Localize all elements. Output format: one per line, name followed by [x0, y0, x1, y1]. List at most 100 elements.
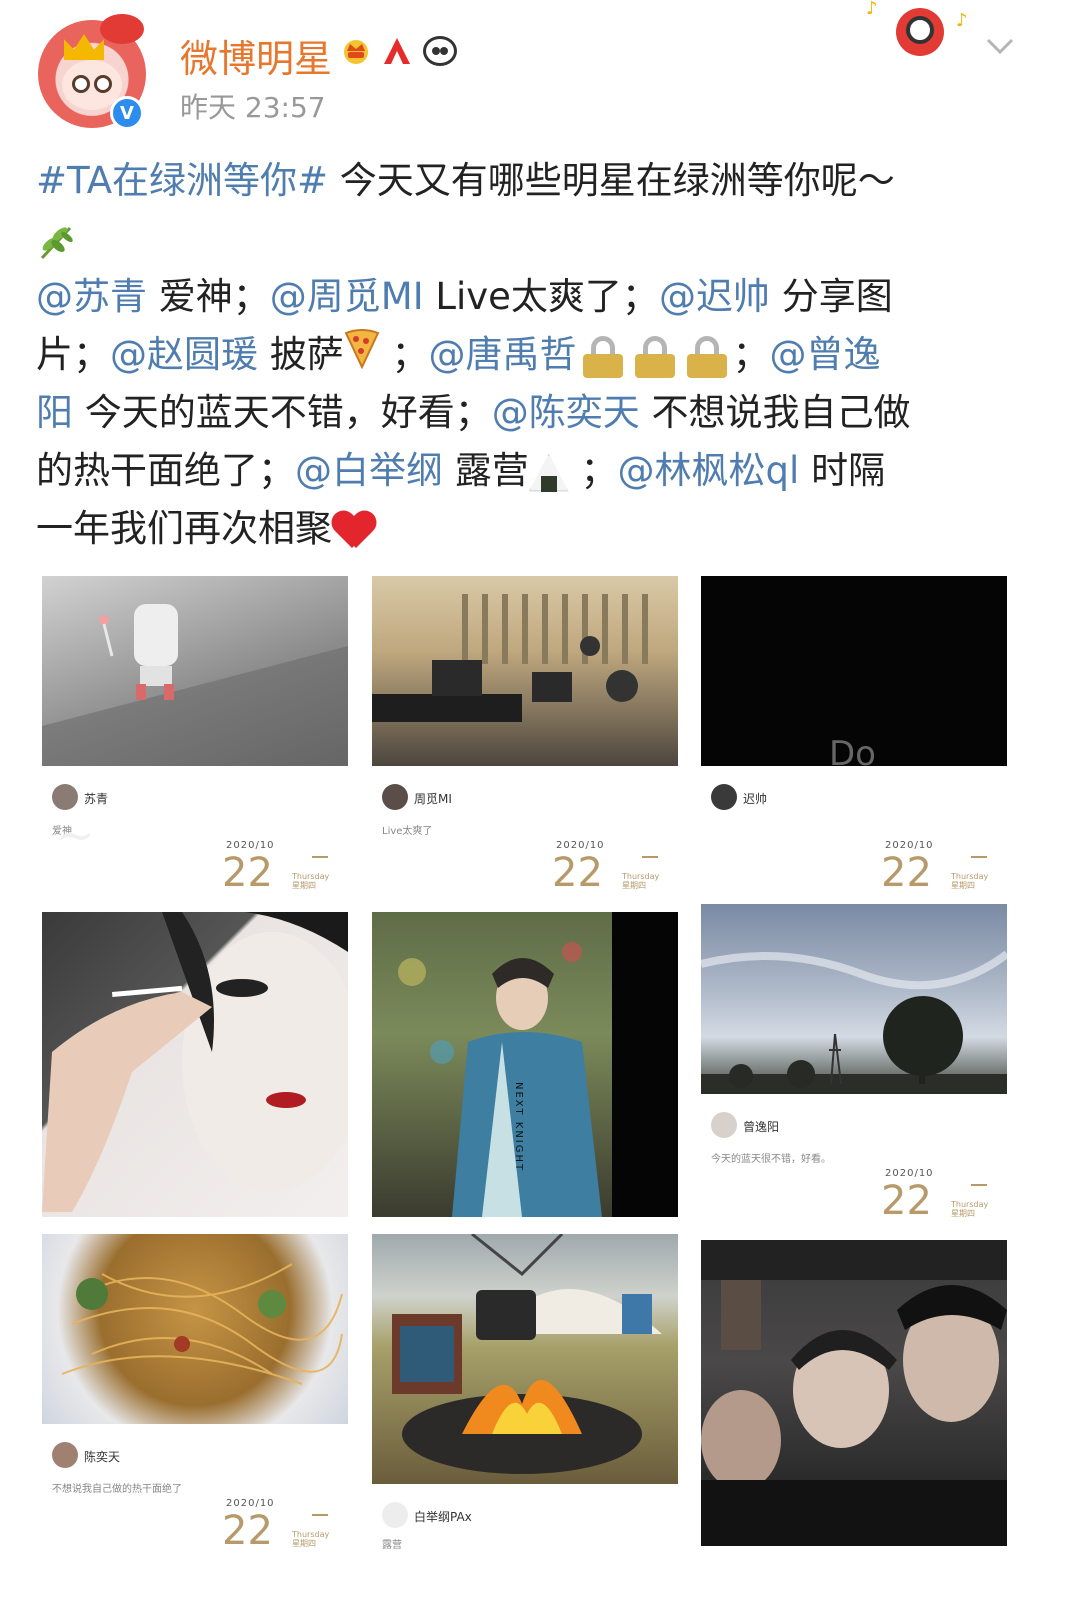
crown-badge-icon[interactable]: [338, 34, 374, 68]
mention-link[interactable]: @林枫松ql: [618, 449, 800, 492]
watermark: ~: [56, 808, 95, 862]
mention-link[interactable]: @迟帅: [659, 275, 770, 318]
weekday-en: Thursday: [292, 872, 330, 881]
sky-photo: [701, 904, 1007, 1094]
content-line: @苏青 爱神；@周觅MI Live太爽了；@迟帅 分享图: [36, 268, 1046, 326]
noodles-photo: [42, 1234, 348, 1424]
card-info: 曾逸阳 今天的蓝天很不错，好看。 2020/10 22 Thursday 星期四: [701, 1104, 1007, 1226]
card-caption: Live太爽了: [382, 826, 433, 837]
content-line: 的热干面绝了；@白举纲 露营 ；@林枫松ql 时隔: [36, 442, 1046, 500]
toy-photo: [42, 576, 348, 766]
card-name: 迟帅: [743, 792, 768, 806]
content-line: [36, 210, 1046, 268]
street-portrait-photo: NEXT KNIGHT: [372, 912, 678, 1217]
band-photo: [372, 576, 678, 766]
lock-icon: [582, 335, 623, 378]
mention-link[interactable]: @陈奕天: [492, 391, 640, 434]
weekday-cn: 星期四: [622, 881, 646, 890]
content-line: 一年我们再次相聚: [36, 500, 1046, 558]
content-line: 片；@赵圆瑗 披萨 ；@唐禹哲 ；@曾逸: [36, 326, 1046, 384]
date-dash: [642, 856, 658, 858]
photo-card-2[interactable]: 周觅MI Live太爽了 2020/10 22 Thursday 星期四: [372, 576, 678, 896]
content-text: 爱神；: [147, 275, 270, 318]
card-avatar: [711, 784, 737, 810]
mention-link[interactable]: 阳: [36, 391, 73, 434]
card-day: 22: [222, 1508, 273, 1554]
group-selfie-photo: [701, 1240, 1007, 1546]
post-content: #TA在绿洲等你# 今天又有哪些明星在绿洲等你呢～ @苏青 爱神；@周觅MI L…: [36, 152, 1046, 558]
content-text: ；: [732, 333, 770, 376]
card-weekday: Thursday 星期四: [292, 1530, 329, 1548]
card-avatar: [382, 1502, 408, 1528]
lock-icon: [634, 335, 675, 378]
panda-badge-icon[interactable]: [420, 34, 460, 68]
card-info: 白举纲PAx 露营: [372, 1496, 678, 1556]
photo-card-9[interactable]: [701, 1240, 1007, 1546]
verified-icon: V: [110, 96, 144, 130]
content-text: 露营: [443, 449, 529, 492]
weekday-cn: 星期四: [292, 881, 316, 890]
card-caption: 不想说我自己做的热干面绝了: [52, 1484, 182, 1495]
card-name: 陈奕天: [84, 1450, 121, 1464]
card-info: 陈奕天 不想说我自己做的热干面绝了 2020/10 22 Thursday 星期四: [42, 1434, 348, 1556]
photo-card-3[interactable]: Do 迟帅 2020/10 22 Thursday 星期四: [701, 576, 1007, 896]
photo-card-7[interactable]: 陈奕天 不想说我自己做的热干面绝了 2020/10 22 Thursday 星期四: [42, 1234, 348, 1556]
mention-link[interactable]: @苏青: [36, 275, 147, 318]
avatar-eye: [94, 75, 112, 93]
weekday-cn: 星期四: [951, 881, 975, 890]
weekday-en: Thursday: [951, 872, 989, 881]
card-avatar: [52, 784, 78, 810]
content-line: 阳 今天的蓝天不错，好看；@陈奕天 不想说我自己做: [36, 384, 1046, 442]
card-day: 22: [222, 850, 273, 896]
photo-overlay-text: Do: [829, 734, 876, 774]
dark-photo: Do: [701, 576, 1007, 774]
mention-link[interactable]: @白举纲: [295, 449, 443, 492]
jacket-text: NEXT KNIGHT: [513, 1082, 524, 1173]
photo-card-6[interactable]: 曾逸阳 今天的蓝天很不错，好看。 2020/10 22 Thursday 星期四: [701, 904, 1007, 1226]
content-text: ；: [379, 333, 429, 376]
card-caption: 露营: [382, 1540, 402, 1551]
chevron-down-icon[interactable]: [982, 28, 1018, 64]
mascot-icon[interactable]: ♪ ♪: [866, 0, 968, 66]
crown-decoration: [64, 34, 104, 60]
card-info: 苏青 爱神 ~ 2020/10 22 Thursday 星期四: [42, 776, 348, 896]
photo-card-8[interactable]: 白举纲PAx 露营: [372, 1234, 678, 1556]
content-text: 一年我们再次相聚: [36, 507, 332, 550]
bow-decoration: [100, 14, 144, 44]
date-dash: [312, 1514, 328, 1516]
content-text: 今天的蓝天不错，好看；: [73, 391, 492, 434]
mention-link[interactable]: @赵圆瑗: [110, 333, 258, 376]
photo-card-1[interactable]: 苏青 爱神 ~ 2020/10 22 Thursday 星期四: [42, 576, 348, 896]
card-weekday: Thursday 星期四: [292, 872, 329, 890]
date-dash: [312, 856, 328, 858]
card-info: 周觅MI Live太爽了 2020/10 22 Thursday 星期四: [372, 776, 678, 896]
username[interactable]: 微博明星: [180, 28, 332, 83]
mention-link[interactable]: @周觅MI: [270, 275, 424, 318]
card-avatar: [382, 784, 408, 810]
card-name: 周觅MI: [414, 792, 452, 806]
photo-card-4[interactable]: [42, 912, 348, 1217]
makeup-photo: [42, 912, 348, 1217]
a-badge-icon[interactable]: [380, 34, 414, 68]
card-avatar: [52, 1442, 78, 1468]
content-text: 不想说我自己做: [639, 391, 911, 434]
date-dash: [971, 856, 987, 858]
card-weekday: Thursday 星期四: [622, 872, 659, 890]
content-line: #TA在绿洲等你# 今天又有哪些明星在绿洲等你呢～: [36, 152, 1046, 210]
weekday-cn: 星期四: [951, 1209, 975, 1218]
content-text: 分享图: [769, 275, 893, 318]
card-caption: 今天的蓝天很不错，好看。: [711, 1154, 831, 1165]
mention-link[interactable]: @曾逸: [770, 333, 881, 376]
hashtag-link[interactable]: #TA在绿洲等你#: [36, 159, 328, 202]
content-text: 时隔: [799, 449, 886, 492]
content-text: ；: [568, 449, 618, 492]
card-name: 白举纲PAx: [414, 1510, 472, 1524]
content-text: 的热干面绝了；: [36, 449, 295, 492]
rice-ball-icon: [528, 453, 569, 492]
content-text: 片；: [36, 333, 110, 376]
pizza-icon: [344, 328, 380, 386]
weekday-en: Thursday: [951, 1200, 989, 1209]
photo-card-5[interactable]: NEXT KNIGHT: [372, 912, 678, 1217]
mention-link[interactable]: @唐禹哲: [429, 333, 577, 376]
content-text: 披萨: [258, 333, 344, 376]
